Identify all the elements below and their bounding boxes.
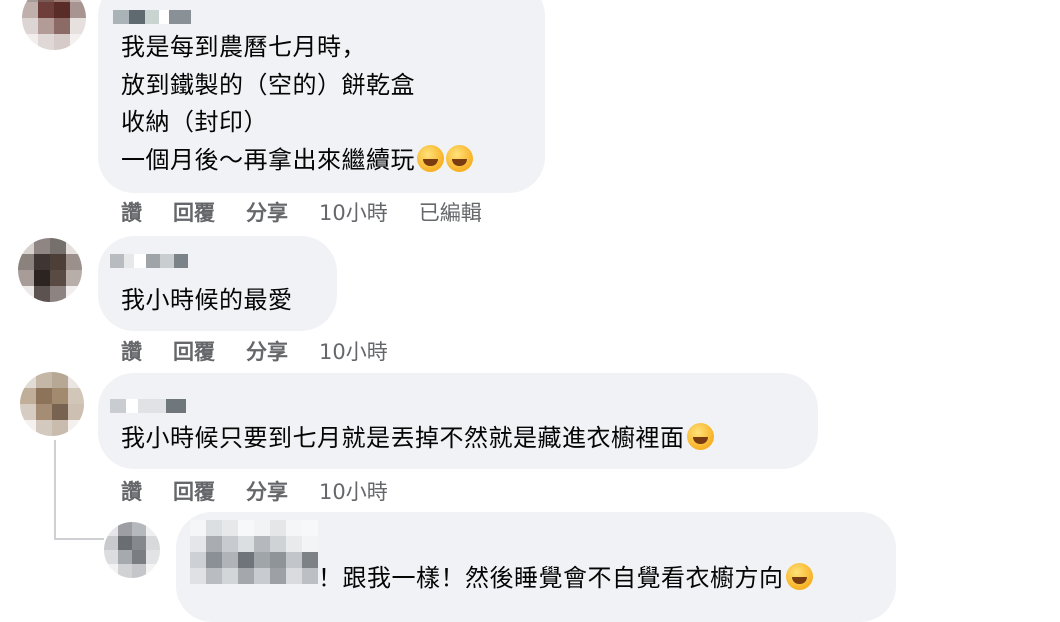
comment-line: 收納（封印） — [121, 108, 268, 136]
edited-label[interactable]: 已編輯 — [419, 197, 482, 227]
reply-button[interactable]: 回覆 — [173, 336, 215, 366]
like-button[interactable]: 讚 — [121, 336, 142, 366]
avatar[interactable] — [20, 372, 84, 436]
reply-thread-elbow — [54, 538, 104, 540]
reply-button[interactable]: 回覆 — [173, 476, 215, 506]
rolling-laughing-emoji — [446, 144, 473, 172]
rolling-laughing-emoji — [417, 144, 444, 172]
timestamp[interactable]: 10小時 — [319, 476, 388, 506]
like-button[interactable]: 讚 — [121, 197, 142, 227]
share-button[interactable]: 分享 — [246, 336, 288, 366]
comment-actions: 讚 回覆 分享 10小時 — [121, 336, 419, 366]
avatar[interactable] — [18, 238, 82, 302]
reply-button[interactable]: 回覆 — [173, 197, 215, 227]
comment-text: ！跟我一樣！然後睡覺會不自覺看衣櫥方向 — [318, 560, 813, 598]
commenter-name-redacted[interactable] — [110, 399, 186, 413]
mention-redacted[interactable] — [190, 520, 318, 590]
avatar[interactable] — [22, 0, 86, 50]
commenter-name-redacted[interactable] — [113, 10, 191, 24]
comment-actions: 讚 回覆 分享 10小時 已編輯 — [121, 197, 513, 227]
grinning-sweat-emoji — [686, 423, 714, 450]
comment-actions: 讚 回覆 分享 10小時 — [121, 476, 419, 506]
comment-line: 我小時候的最愛 — [121, 286, 293, 314]
grinning-sweat-emoji — [785, 563, 813, 590]
commenter-name-redacted[interactable] — [110, 254, 188, 268]
comment-line: 我是每到農曆七月時， — [121, 33, 366, 61]
reply-thread-line — [54, 440, 56, 540]
avatar[interactable] — [104, 522, 160, 578]
comment-line: 我小時候只要到七月就是丟掉不然就是藏進衣櫥裡面 — [121, 424, 685, 452]
comment-text: 我是每到農曆七月時， 放到鐵製的（空的）餅乾盒 收納（封印） 一個月後～再拿出來繼續玩 — [121, 29, 473, 179]
comment-line: ！跟我一樣！然後睡覺會不自覺看衣櫥方向 — [318, 564, 784, 592]
share-button[interactable]: 分享 — [246, 197, 288, 227]
share-button[interactable]: 分享 — [246, 476, 288, 506]
timestamp[interactable]: 10小時 — [319, 336, 388, 366]
comment-line: 放到鐵製的（空的）餅乾盒 — [121, 70, 415, 99]
comment-line: 一個月後～再拿出來繼續玩 — [121, 145, 415, 174]
comment-text: 我小時候的最愛 — [121, 282, 293, 320]
comment-text: 我小時候只要到七月就是丟掉不然就是藏進衣櫥裡面 — [121, 420, 714, 458]
timestamp[interactable]: 10小時 — [319, 197, 388, 227]
like-button[interactable]: 讚 — [121, 476, 142, 506]
